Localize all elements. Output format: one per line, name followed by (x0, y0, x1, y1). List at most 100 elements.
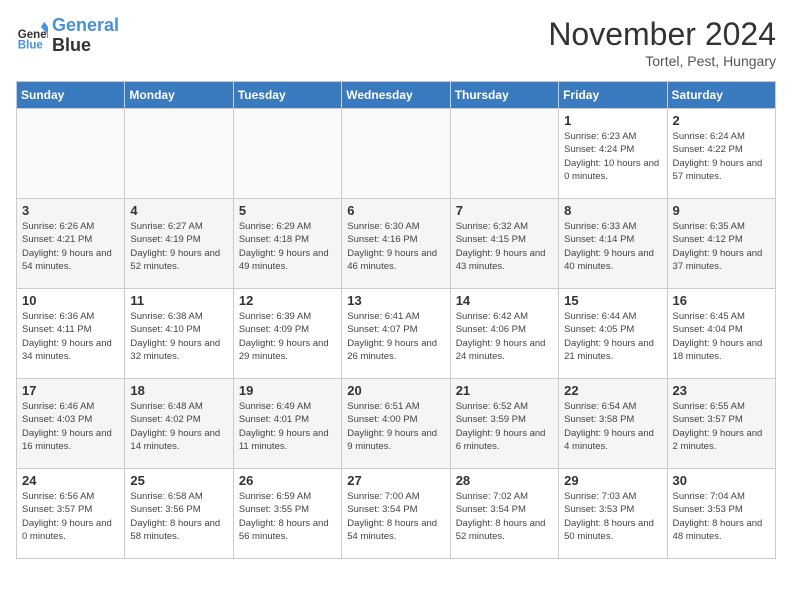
day-info: Sunrise: 7:04 AM Sunset: 3:53 PM Dayligh… (673, 490, 770, 543)
day-info: Sunrise: 6:44 AM Sunset: 4:05 PM Dayligh… (564, 310, 661, 363)
calendar-cell (342, 109, 450, 199)
day-number: 10 (22, 293, 119, 308)
calendar-cell: 10Sunrise: 6:36 AM Sunset: 4:11 PM Dayli… (17, 289, 125, 379)
calendar-cell: 7 Sunrise: 6:32 AM Sunset: 4:15 PM Daylig… (450, 199, 558, 289)
calendar-cell: 28 Sunrise: 7:02 AM Sunset: 3:54 PM Dayli… (450, 469, 558, 559)
calendar-cell: 26Sunrise: 6:59 AM Sunset: 3:55 PM Dayli… (233, 469, 341, 559)
day-info: Sunrise: 6:41 AM Sunset: 4:07 PM Dayligh… (347, 310, 444, 363)
day-number: 11 (130, 293, 227, 308)
day-number: 27 (347, 473, 444, 488)
calendar-week-2: 3 Sunrise: 6:26 AM Sunset: 4:21 PM Daylig… (17, 199, 776, 289)
calendar-cell: 18 Sunrise: 6:48 AM Sunset: 4:02 PM Dayli… (125, 379, 233, 469)
day-info: Sunrise: 7:02 AM Sunset: 3:54 PM Dayligh… (456, 490, 553, 543)
calendar-cell: 11Sunrise: 6:38 AM Sunset: 4:10 PM Dayli… (125, 289, 233, 379)
calendar-week-4: 17 Sunrise: 6:46 AM Sunset: 4:03 PM Dayli… (17, 379, 776, 469)
day-number: 28 (456, 473, 553, 488)
day-info: Sunrise: 6:45 AM Sunset: 4:04 PM Dayligh… (673, 310, 770, 363)
logo: General Blue GeneralBlue (16, 16, 119, 56)
day-number: 17 (22, 383, 119, 398)
day-info: Sunrise: 6:52 AM Sunset: 3:59 PM Dayligh… (456, 400, 553, 453)
svg-text:Blue: Blue (18, 39, 44, 51)
calendar-cell: 30 Sunrise: 7:04 AM Sunset: 3:53 PM Dayli… (667, 469, 775, 559)
weekday-header-thursday: Thursday (450, 82, 558, 109)
calendar-cell (125, 109, 233, 199)
day-number: 26 (239, 473, 336, 488)
calendar-cell: 25 Sunrise: 6:58 AM Sunset: 3:56 PM Dayli… (125, 469, 233, 559)
day-number: 24 (22, 473, 119, 488)
day-number: 29 (564, 473, 661, 488)
day-info: Sunrise: 6:39 AM Sunset: 4:09 PM Dayligh… (239, 310, 336, 363)
calendar-cell: 21 Sunrise: 6:52 AM Sunset: 3:59 PM Dayli… (450, 379, 558, 469)
day-number: 14 (456, 293, 553, 308)
weekday-header-row: SundayMondayTuesdayWednesdayThursdayFrid… (17, 82, 776, 109)
weekday-header-saturday: Saturday (667, 82, 775, 109)
day-info: Sunrise: 6:48 AM Sunset: 4:02 PM Dayligh… (130, 400, 227, 453)
calendar-cell: 5Sunrise: 6:29 AM Sunset: 4:18 PM Daylig… (233, 199, 341, 289)
day-number: 15 (564, 293, 661, 308)
calendar-cell: 1 Sunrise: 6:23 AM Sunset: 4:24 PM Daylig… (559, 109, 667, 199)
day-number: 19 (239, 383, 336, 398)
page-header: General Blue GeneralBlue November 2024 T… (16, 16, 776, 69)
day-info: Sunrise: 6:54 AM Sunset: 3:58 PM Dayligh… (564, 400, 661, 453)
calendar-cell (17, 109, 125, 199)
location: Tortel, Pest, Hungary (548, 53, 776, 69)
calendar-cell: 6Sunrise: 6:30 AM Sunset: 4:16 PM Daylig… (342, 199, 450, 289)
calendar-cell: 22Sunrise: 6:54 AM Sunset: 3:58 PM Dayli… (559, 379, 667, 469)
day-number: 25 (130, 473, 227, 488)
weekday-header-monday: Monday (125, 82, 233, 109)
calendar-cell: 16 Sunrise: 6:45 AM Sunset: 4:04 PM Dayli… (667, 289, 775, 379)
day-number: 8 (564, 203, 661, 218)
calendar-cell: 24 Sunrise: 6:56 AM Sunset: 3:57 PM Dayli… (17, 469, 125, 559)
weekday-header-sunday: Sunday (17, 82, 125, 109)
day-number: 23 (673, 383, 770, 398)
calendar-cell: 2 Sunrise: 6:24 AM Sunset: 4:22 PM Daylig… (667, 109, 775, 199)
day-info: Sunrise: 7:00 AM Sunset: 3:54 PM Dayligh… (347, 490, 444, 543)
day-info: Sunrise: 6:23 AM Sunset: 4:24 PM Dayligh… (564, 130, 661, 183)
day-info: Sunrise: 6:32 AM Sunset: 4:15 PM Dayligh… (456, 220, 553, 273)
calendar-cell: 12 Sunrise: 6:39 AM Sunset: 4:09 PM Dayli… (233, 289, 341, 379)
day-info: Sunrise: 6:33 AM Sunset: 4:14 PM Dayligh… (564, 220, 661, 273)
day-number: 2 (673, 113, 770, 128)
day-number: 1 (564, 113, 661, 128)
calendar-cell: 15 Sunrise: 6:44 AM Sunset: 4:05 PM Dayli… (559, 289, 667, 379)
weekday-header-wednesday: Wednesday (342, 82, 450, 109)
calendar-cell: 23 Sunrise: 6:55 AM Sunset: 3:57 PM Dayli… (667, 379, 775, 469)
calendar-cell (450, 109, 558, 199)
day-info: Sunrise: 6:58 AM Sunset: 3:56 PM Dayligh… (130, 490, 227, 543)
calendar-cell: 20Sunrise: 6:51 AM Sunset: 4:00 PM Dayli… (342, 379, 450, 469)
day-number: 21 (456, 383, 553, 398)
day-number: 30 (673, 473, 770, 488)
logo-icon: General Blue (16, 20, 48, 52)
day-info: Sunrise: 7:03 AM Sunset: 3:53 PM Dayligh… (564, 490, 661, 543)
weekday-header-friday: Friday (559, 82, 667, 109)
day-info: Sunrise: 6:42 AM Sunset: 4:06 PM Dayligh… (456, 310, 553, 363)
day-number: 12 (239, 293, 336, 308)
day-info: Sunrise: 6:27 AM Sunset: 4:19 PM Dayligh… (130, 220, 227, 273)
day-number: 6 (347, 203, 444, 218)
day-info: Sunrise: 6:26 AM Sunset: 4:21 PM Dayligh… (22, 220, 119, 273)
logo-text: GeneralBlue (52, 16, 119, 56)
month-title: November 2024 (548, 16, 776, 53)
day-info: Sunrise: 6:46 AM Sunset: 4:03 PM Dayligh… (22, 400, 119, 453)
calendar-cell: 3 Sunrise: 6:26 AM Sunset: 4:21 PM Daylig… (17, 199, 125, 289)
calendar-table: SundayMondayTuesdayWednesdayThursdayFrid… (16, 81, 776, 559)
day-number: 7 (456, 203, 553, 218)
title-area: November 2024 Tortel, Pest, Hungary (548, 16, 776, 69)
day-number: 16 (673, 293, 770, 308)
day-number: 13 (347, 293, 444, 308)
day-info: Sunrise: 6:24 AM Sunset: 4:22 PM Dayligh… (673, 130, 770, 183)
day-number: 3 (22, 203, 119, 218)
day-number: 4 (130, 203, 227, 218)
day-info: Sunrise: 6:55 AM Sunset: 3:57 PM Dayligh… (673, 400, 770, 453)
calendar-week-1: 1 Sunrise: 6:23 AM Sunset: 4:24 PM Daylig… (17, 109, 776, 199)
calendar-cell: 9Sunrise: 6:35 AM Sunset: 4:12 PM Daylig… (667, 199, 775, 289)
weekday-header-tuesday: Tuesday (233, 82, 341, 109)
calendar-week-5: 24 Sunrise: 6:56 AM Sunset: 3:57 PM Dayli… (17, 469, 776, 559)
calendar-cell: 17 Sunrise: 6:46 AM Sunset: 4:03 PM Dayli… (17, 379, 125, 469)
day-info: Sunrise: 6:35 AM Sunset: 4:12 PM Dayligh… (673, 220, 770, 273)
day-number: 18 (130, 383, 227, 398)
calendar-cell: 14 Sunrise: 6:42 AM Sunset: 4:06 PM Dayli… (450, 289, 558, 379)
day-info: Sunrise: 6:56 AM Sunset: 3:57 PM Dayligh… (22, 490, 119, 543)
day-info: Sunrise: 6:49 AM Sunset: 4:01 PM Dayligh… (239, 400, 336, 453)
day-info: Sunrise: 6:29 AM Sunset: 4:18 PM Dayligh… (239, 220, 336, 273)
